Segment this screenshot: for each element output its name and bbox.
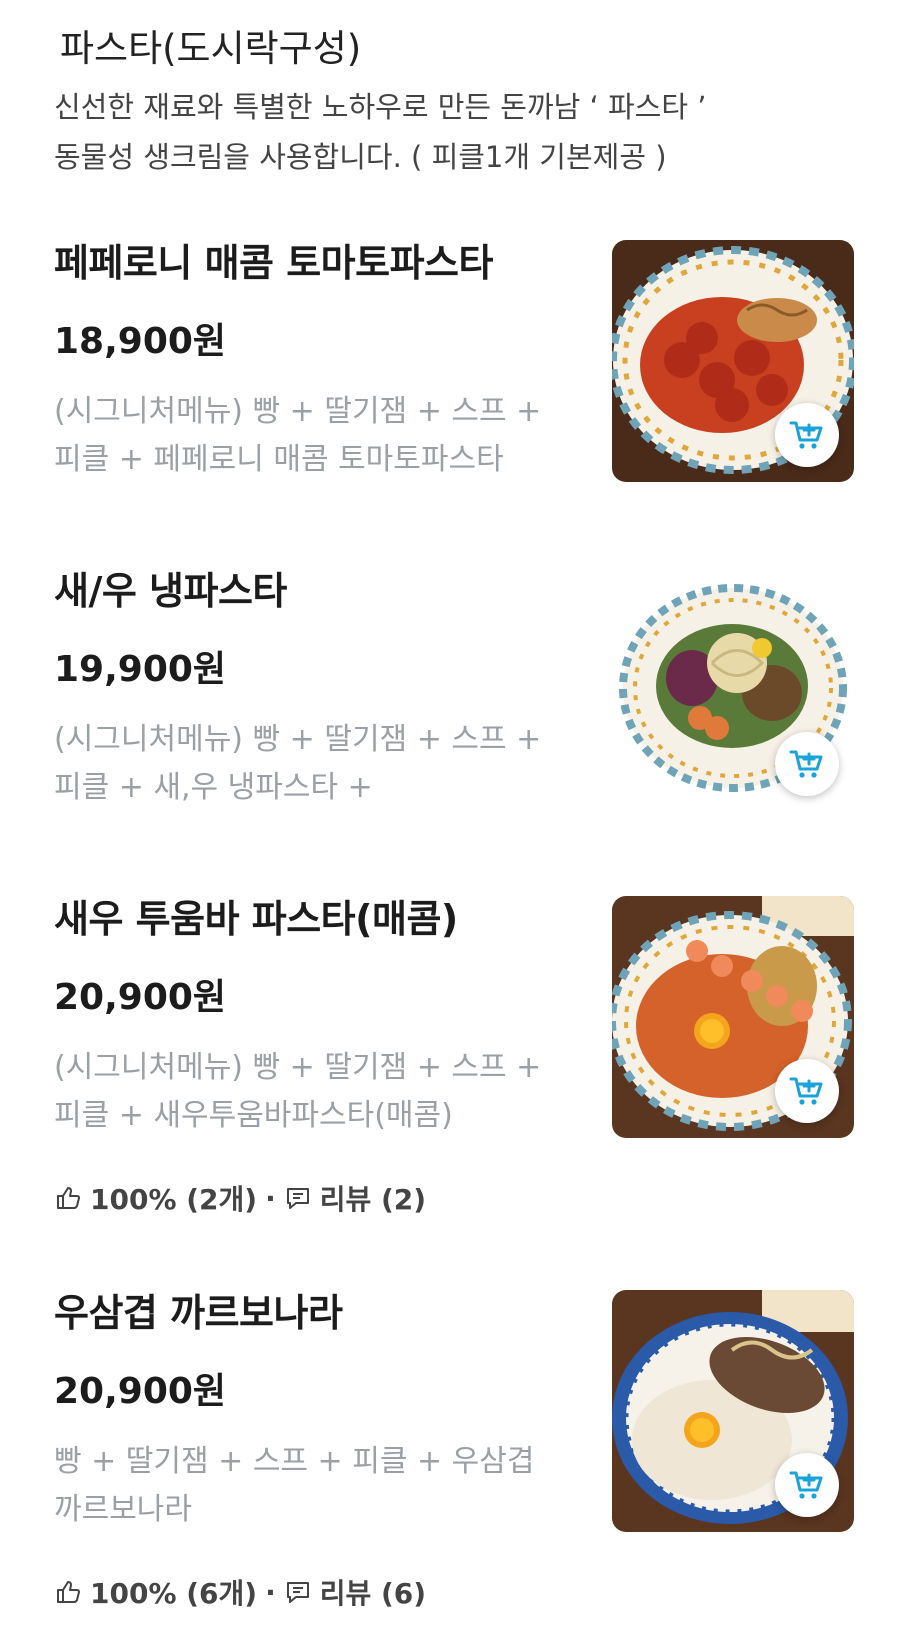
item-description: (시그니처메뉴) 빵 + 딸기잼 + 스프 + 피클 + 페페로니 매콤 토마토… [54,388,574,484]
section-description: 신선한 재료와 특별한 노하우로 만든 돈까남 ‘ 파스타 ’ 동물성 생크림을… [54,82,854,182]
item-name: 페페로니 매콤 토마토파스타 [54,241,493,285]
item-description: (시그니처메뉴) 빵 + 딸기잼 + 스프 + 피클 + 새,우 냉파스타 + [54,716,574,812]
item-name: 우삼겹 까르보나라 [54,1291,343,1335]
review-like-percent: 100% (6개) [90,1577,258,1610]
add-to-cart-button[interactable] [775,403,839,467]
thumbs-up-icon [57,1581,80,1603]
item-desc-line-1: (시그니처메뉴) 빵 + 딸기잼 + 스프 + [54,722,542,757]
review-like-percent: 100% (2개) [90,1183,258,1216]
review-count: 리뷰 (2) [319,1183,427,1216]
item-desc-line-1: (시그니처메뉴) 빵 + 딸기잼 + 스프 + [54,394,542,429]
item-desc-line-2: 까르보나라 [54,1492,192,1527]
add-to-cart-button[interactable] [775,732,839,796]
cart-plus-icon [789,421,823,449]
item-desc-line-2: 피클 + 새우투움바파스타(매콤) [54,1098,453,1133]
comment-icon [286,1188,309,1209]
item-description: 빵 + 딸기잼 + 스프 + 피클 + 우삼겹 까르보나라 [54,1438,574,1534]
item-desc-line-1: (시그니처메뉴) 빵 + 딸기잼 + 스프 + [54,1050,542,1085]
item-description: (시그니처메뉴) 빵 + 딸기잼 + 스프 + 피클 + 새우투움바파스타(매콤… [54,1044,574,1140]
add-to-cart-button[interactable] [775,1453,839,1517]
add-to-cart-button[interactable] [775,1059,839,1123]
item-price: 20,900원 [54,977,227,1018]
item-name: 새우 투움바 파스타(매콤) [54,897,458,941]
item-name: 새/우 냉파스타 [54,569,287,613]
comment-icon [286,1582,309,1603]
section-desc-line-1: 신선한 재료와 특별한 노하우로 만든 돈까남 ‘ 파스타 ’ [54,90,707,124]
item-price: 18,900원 [54,321,227,362]
review-separator: · [265,1575,276,1609]
review-count: 리뷰 (6) [319,1577,427,1610]
item-price: 19,900원 [54,649,227,690]
review-summary[interactable]: 100% (6개) · 리뷰 (6) [54,1572,426,1612]
item-desc-line-2: 피클 + 새,우 냉파스타 + [54,770,373,805]
cart-plus-icon [789,1077,823,1105]
section-desc-line-2: 동물성 생크림을 사용합니다. ( 피클1개 기본제공 ) [54,140,667,174]
item-price: 20,900원 [54,1371,227,1412]
section-title: 파스타(도시락구성) [60,27,362,70]
review-summary[interactable]: 100% (2개) · 리뷰 (2) [54,1178,426,1218]
cart-plus-icon [789,750,823,778]
item-desc-line-2: 피클 + 페페로니 매콤 토마토파스타 [54,442,504,477]
cart-plus-icon [789,1471,823,1499]
thumbs-up-icon [57,1187,80,1209]
review-separator: · [265,1181,276,1215]
item-desc-line-1: 빵 + 딸기잼 + 스프 + 피클 + 우삼겹 [54,1444,535,1479]
